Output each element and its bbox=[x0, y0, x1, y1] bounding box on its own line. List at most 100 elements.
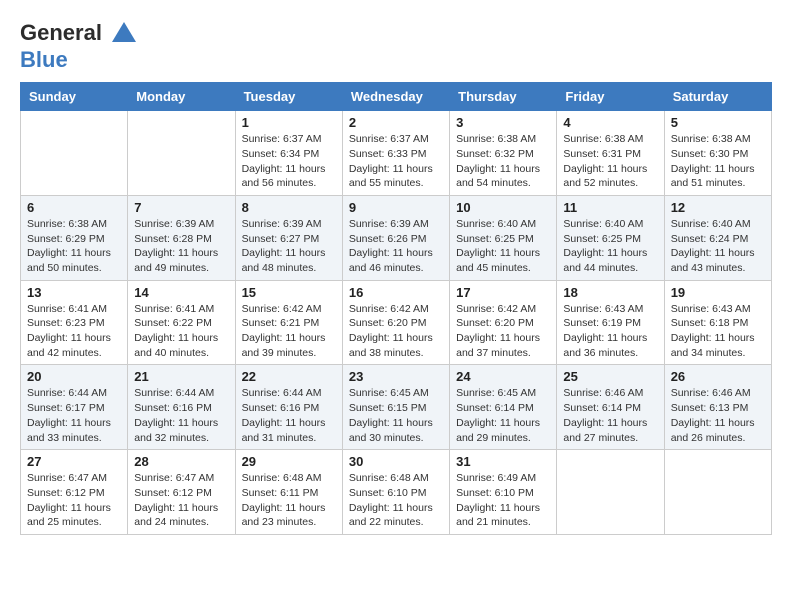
weekday-header: Wednesday bbox=[342, 83, 449, 111]
day-info: Sunrise: 6:38 AM Sunset: 6:30 PM Dayligh… bbox=[671, 132, 765, 191]
day-number: 7 bbox=[134, 200, 228, 215]
day-info: Sunrise: 6:40 AM Sunset: 6:24 PM Dayligh… bbox=[671, 217, 765, 276]
weekday-header: Monday bbox=[128, 83, 235, 111]
calendar-cell: 28 Sunrise: 6:47 AM Sunset: 6:12 PM Dayli… bbox=[128, 450, 235, 535]
calendar-cell: 18 Sunrise: 6:43 AM Sunset: 6:19 PM Dayli… bbox=[557, 280, 664, 365]
day-number: 12 bbox=[671, 200, 765, 215]
day-number: 14 bbox=[134, 285, 228, 300]
day-info: Sunrise: 6:38 AM Sunset: 6:32 PM Dayligh… bbox=[456, 132, 550, 191]
day-number: 18 bbox=[563, 285, 657, 300]
day-number: 26 bbox=[671, 369, 765, 384]
day-info: Sunrise: 6:38 AM Sunset: 6:31 PM Dayligh… bbox=[563, 132, 657, 191]
calendar-cell: 6 Sunrise: 6:38 AM Sunset: 6:29 PM Daylig… bbox=[21, 195, 128, 280]
day-info: Sunrise: 6:40 AM Sunset: 6:25 PM Dayligh… bbox=[456, 217, 550, 276]
calendar-cell: 22 Sunrise: 6:44 AM Sunset: 6:16 PM Dayli… bbox=[235, 365, 342, 450]
calendar-cell: 21Sunrise: 6:44 AM Sunset: 6:16 PM Dayli… bbox=[128, 365, 235, 450]
calendar-cell: 14 Sunrise: 6:41 AM Sunset: 6:22 PM Dayli… bbox=[128, 280, 235, 365]
day-number: 24 bbox=[456, 369, 550, 384]
day-info: Sunrise: 6:45 AM Sunset: 6:14 PM Dayligh… bbox=[456, 386, 550, 445]
logo: General Blue bbox=[20, 20, 138, 72]
weekday-header: Saturday bbox=[664, 83, 771, 111]
day-number: 10 bbox=[456, 200, 550, 215]
weekday-header: Friday bbox=[557, 83, 664, 111]
day-number: 9 bbox=[349, 200, 443, 215]
logo-text-blue: Blue bbox=[20, 48, 138, 72]
day-info: Sunrise: 6:46 AM Sunset: 6:13 PM Dayligh… bbox=[671, 386, 765, 445]
calendar-week-row: 13 Sunrise: 6:41 AM Sunset: 6:23 PM Dayli… bbox=[21, 280, 772, 365]
day-info: Sunrise: 6:44 AM Sunset: 6:16 PM Dayligh… bbox=[134, 386, 228, 445]
calendar-cell: 24 Sunrise: 6:45 AM Sunset: 6:14 PM Dayli… bbox=[450, 365, 557, 450]
day-info: Sunrise: 6:40 AM Sunset: 6:25 PM Dayligh… bbox=[563, 217, 657, 276]
calendar-cell: 1Sunrise: 6:37 AM Sunset: 6:34 PM Daylig… bbox=[235, 111, 342, 196]
day-info: Sunrise: 6:47 AM Sunset: 6:12 PM Dayligh… bbox=[134, 471, 228, 530]
calendar-cell: 23Sunrise: 6:45 AM Sunset: 6:15 PM Dayli… bbox=[342, 365, 449, 450]
calendar-cell: 30Sunrise: 6:48 AM Sunset: 6:10 PM Dayli… bbox=[342, 450, 449, 535]
day-info: Sunrise: 6:44 AM Sunset: 6:16 PM Dayligh… bbox=[242, 386, 336, 445]
day-info: Sunrise: 6:38 AM Sunset: 6:29 PM Dayligh… bbox=[27, 217, 121, 276]
day-number: 13 bbox=[27, 285, 121, 300]
calendar-cell: 19Sunrise: 6:43 AM Sunset: 6:18 PM Dayli… bbox=[664, 280, 771, 365]
day-info: Sunrise: 6:41 AM Sunset: 6:23 PM Dayligh… bbox=[27, 302, 121, 361]
calendar-cell: 26 Sunrise: 6:46 AM Sunset: 6:13 PM Dayli… bbox=[664, 365, 771, 450]
day-number: 31 bbox=[456, 454, 550, 469]
calendar-week-row: 1Sunrise: 6:37 AM Sunset: 6:34 PM Daylig… bbox=[21, 111, 772, 196]
calendar-cell bbox=[21, 111, 128, 196]
day-info: Sunrise: 6:43 AM Sunset: 6:19 PM Dayligh… bbox=[563, 302, 657, 361]
calendar-cell: 16 Sunrise: 6:42 AM Sunset: 6:20 PM Dayli… bbox=[342, 280, 449, 365]
calendar-cell: 31 Sunrise: 6:49 AM Sunset: 6:10 PM Dayli… bbox=[450, 450, 557, 535]
day-info: Sunrise: 6:42 AM Sunset: 6:20 PM Dayligh… bbox=[456, 302, 550, 361]
day-info: Sunrise: 6:48 AM Sunset: 6:11 PM Dayligh… bbox=[242, 471, 336, 530]
day-info: Sunrise: 6:44 AM Sunset: 6:17 PM Dayligh… bbox=[27, 386, 121, 445]
day-number: 5 bbox=[671, 115, 765, 130]
day-number: 4 bbox=[563, 115, 657, 130]
day-info: Sunrise: 6:45 AM Sunset: 6:15 PM Dayligh… bbox=[349, 386, 443, 445]
calendar-cell: 27Sunrise: 6:47 AM Sunset: 6:12 PM Dayli… bbox=[21, 450, 128, 535]
calendar-cell bbox=[557, 450, 664, 535]
calendar-cell: 13 Sunrise: 6:41 AM Sunset: 6:23 PM Dayli… bbox=[21, 280, 128, 365]
calendar-cell bbox=[128, 111, 235, 196]
calendar-cell: 10 Sunrise: 6:40 AM Sunset: 6:25 PM Dayli… bbox=[450, 195, 557, 280]
day-info: Sunrise: 6:39 AM Sunset: 6:26 PM Dayligh… bbox=[349, 217, 443, 276]
day-number: 8 bbox=[242, 200, 336, 215]
calendar-cell: 29 Sunrise: 6:48 AM Sunset: 6:11 PM Dayli… bbox=[235, 450, 342, 535]
day-number: 11 bbox=[563, 200, 657, 215]
day-info: Sunrise: 6:43 AM Sunset: 6:18 PM Dayligh… bbox=[671, 302, 765, 361]
calendar-cell: 12 Sunrise: 6:40 AM Sunset: 6:24 PM Dayli… bbox=[664, 195, 771, 280]
calendar-cell: 2Sunrise: 6:37 AM Sunset: 6:33 PM Daylig… bbox=[342, 111, 449, 196]
calendar-cell: 9 Sunrise: 6:39 AM Sunset: 6:26 PM Daylig… bbox=[342, 195, 449, 280]
day-number: 25 bbox=[563, 369, 657, 384]
day-number: 28 bbox=[134, 454, 228, 469]
calendar-table: SundayMondayTuesdayWednesdayThursdayFrid… bbox=[20, 82, 772, 535]
day-info: Sunrise: 6:41 AM Sunset: 6:22 PM Dayligh… bbox=[134, 302, 228, 361]
calendar-cell: 25 Sunrise: 6:46 AM Sunset: 6:14 PM Dayli… bbox=[557, 365, 664, 450]
day-number: 22 bbox=[242, 369, 336, 384]
calendar-cell: 15 Sunrise: 6:42 AM Sunset: 6:21 PM Dayli… bbox=[235, 280, 342, 365]
day-number: 29 bbox=[242, 454, 336, 469]
day-number: 16 bbox=[349, 285, 443, 300]
day-number: 15 bbox=[242, 285, 336, 300]
day-info: Sunrise: 6:39 AM Sunset: 6:27 PM Dayligh… bbox=[242, 217, 336, 276]
day-number: 1 bbox=[242, 115, 336, 130]
day-number: 6 bbox=[27, 200, 121, 215]
weekday-header: Tuesday bbox=[235, 83, 342, 111]
day-info: Sunrise: 6:42 AM Sunset: 6:20 PM Dayligh… bbox=[349, 302, 443, 361]
day-number: 27 bbox=[27, 454, 121, 469]
calendar-week-row: 20 Sunrise: 6:44 AM Sunset: 6:17 PM Dayli… bbox=[21, 365, 772, 450]
day-info: Sunrise: 6:42 AM Sunset: 6:21 PM Dayligh… bbox=[242, 302, 336, 361]
calendar-week-row: 6 Sunrise: 6:38 AM Sunset: 6:29 PM Daylig… bbox=[21, 195, 772, 280]
day-info: Sunrise: 6:37 AM Sunset: 6:33 PM Dayligh… bbox=[349, 132, 443, 191]
calendar-cell bbox=[664, 450, 771, 535]
day-info: Sunrise: 6:49 AM Sunset: 6:10 PM Dayligh… bbox=[456, 471, 550, 530]
day-number: 30 bbox=[349, 454, 443, 469]
calendar-cell: 5 Sunrise: 6:38 AM Sunset: 6:30 PM Daylig… bbox=[664, 111, 771, 196]
day-number: 20 bbox=[27, 369, 121, 384]
calendar-header-row: SundayMondayTuesdayWednesdayThursdayFrid… bbox=[21, 83, 772, 111]
calendar-cell: 8 Sunrise: 6:39 AM Sunset: 6:27 PM Daylig… bbox=[235, 195, 342, 280]
logo-text-general: General bbox=[20, 20, 102, 45]
calendar-cell: 7Sunrise: 6:39 AM Sunset: 6:28 PM Daylig… bbox=[128, 195, 235, 280]
weekday-header: Thursday bbox=[450, 83, 557, 111]
weekday-header: Sunday bbox=[21, 83, 128, 111]
day-info: Sunrise: 6:46 AM Sunset: 6:14 PM Dayligh… bbox=[563, 386, 657, 445]
day-number: 3 bbox=[456, 115, 550, 130]
calendar-week-row: 27 Sunrise: 6:47 AM Sunset: 6:12 PM Dayli… bbox=[21, 450, 772, 535]
